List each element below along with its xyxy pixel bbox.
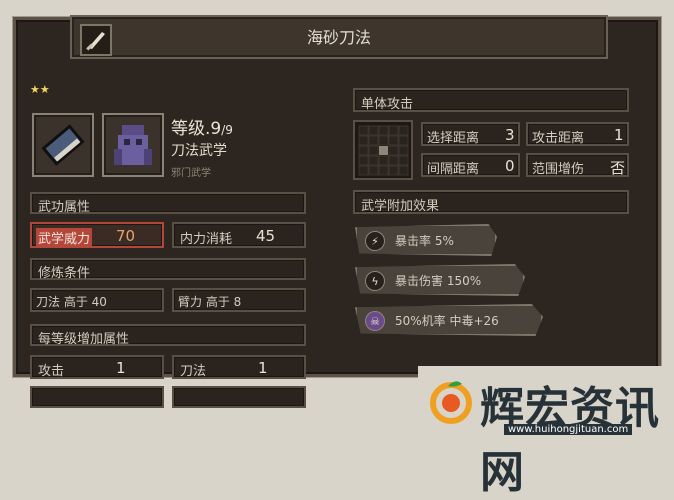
effect-crit-rate: ⚡ 暴击率 5% bbox=[355, 224, 497, 256]
effect-2-text: 暴击伤害 150% bbox=[395, 274, 482, 288]
select-range-stat: 选择距离 3 bbox=[421, 122, 520, 146]
attributes-title: 武功属性 bbox=[38, 200, 91, 215]
level-value: .9 bbox=[205, 119, 222, 139]
targeting-header: 单体攻击 bbox=[353, 88, 629, 112]
effect-crit-damage: ϟ 暴击伤害 150% bbox=[355, 264, 525, 296]
aoe-value: 否 bbox=[610, 159, 626, 177]
effect-3-text: 50%机率 中毒+26 bbox=[395, 314, 499, 328]
effects-title: 武学附加效果 bbox=[361, 199, 440, 214]
per-level-row-1: 攻击 1 bbox=[30, 355, 164, 379]
sword-icon bbox=[80, 24, 112, 56]
watermark: 辉宏资讯网 www.huihongjituan.com bbox=[418, 366, 674, 498]
cost-value: 45 bbox=[256, 227, 276, 245]
watermark-logo bbox=[428, 378, 474, 424]
select-range-value: 3 bbox=[505, 126, 515, 144]
per-level-title: 每等级增加属性 bbox=[38, 332, 130, 347]
per-level-header: 每等级增加属性 bbox=[30, 324, 306, 347]
interval-value: 0 bbox=[505, 157, 515, 175]
attack-range-label: 攻击距离 bbox=[532, 131, 585, 146]
skull-icon: ☠ bbox=[365, 311, 385, 331]
aoe-label: 范围增伤 bbox=[532, 162, 585, 177]
per-level-row-2-label: 刀法 bbox=[180, 364, 207, 379]
effect-1-text: 暴击率 5% bbox=[395, 234, 454, 248]
cost-label: 内力消耗 bbox=[180, 232, 233, 247]
skill-type: 刀法武学 bbox=[171, 143, 227, 159]
per-level-row-4 bbox=[172, 386, 306, 408]
attack-range-value: 1 bbox=[614, 126, 624, 144]
targeting-title: 单体攻击 bbox=[361, 97, 414, 112]
sect-emblem-icon bbox=[102, 113, 164, 177]
per-level-row-1-value: 1 bbox=[116, 359, 126, 377]
requirements-title: 修炼条件 bbox=[38, 266, 91, 281]
watermark-url: www.huihongjituan.com bbox=[504, 424, 633, 435]
skill-book-icon bbox=[32, 113, 94, 177]
attack-range-stat: 攻击距离 1 bbox=[526, 122, 629, 146]
level-display: 等级.9/9 bbox=[171, 114, 233, 139]
skill-title: 海砂刀法 bbox=[306, 28, 371, 47]
range-grid bbox=[353, 120, 413, 180]
might-value: 70 bbox=[116, 227, 136, 245]
cost-stat: 内力消耗 45 bbox=[172, 222, 306, 248]
might-label: 武学威力 bbox=[36, 228, 93, 247]
effect-poison: ☠ 50%机率 中毒+26 bbox=[355, 304, 543, 336]
bolt-icon: ϟ bbox=[365, 271, 385, 291]
level-label: 等级 bbox=[171, 119, 205, 139]
per-level-row-1-label: 攻击 bbox=[38, 364, 65, 379]
title-bar: 海砂刀法 bbox=[70, 15, 608, 59]
skill-sect: 邪门武学 bbox=[171, 168, 211, 179]
rating-stars: ★★ bbox=[30, 83, 50, 96]
might-stat: 武学威力 70 bbox=[30, 222, 164, 248]
interval-label: 间隔距离 bbox=[427, 162, 480, 177]
requirement-1-text: 刀法 高于 40 bbox=[36, 295, 107, 309]
requirement-2-text: 臂力 高于 8 bbox=[178, 295, 242, 309]
requirement-2: 臂力 高于 8 bbox=[172, 288, 306, 312]
crit-icon: ⚡ bbox=[365, 231, 385, 251]
aoe-stat: 范围增伤 否 bbox=[526, 153, 629, 177]
interval-stat: 间隔距离 0 bbox=[421, 153, 520, 177]
per-level-row-2-value: 1 bbox=[258, 359, 268, 377]
requirements-header: 修炼条件 bbox=[30, 258, 306, 281]
per-level-row-2: 刀法 1 bbox=[172, 355, 306, 379]
select-range-label: 选择距离 bbox=[427, 131, 480, 146]
effects-header: 武学附加效果 bbox=[353, 190, 629, 214]
per-level-row-3 bbox=[30, 386, 164, 408]
level-max: /9 bbox=[221, 123, 233, 137]
requirement-1: 刀法 高于 40 bbox=[30, 288, 164, 312]
attributes-header: 武功属性 bbox=[30, 192, 306, 215]
watermark-text: 辉宏资讯网 bbox=[480, 383, 660, 498]
